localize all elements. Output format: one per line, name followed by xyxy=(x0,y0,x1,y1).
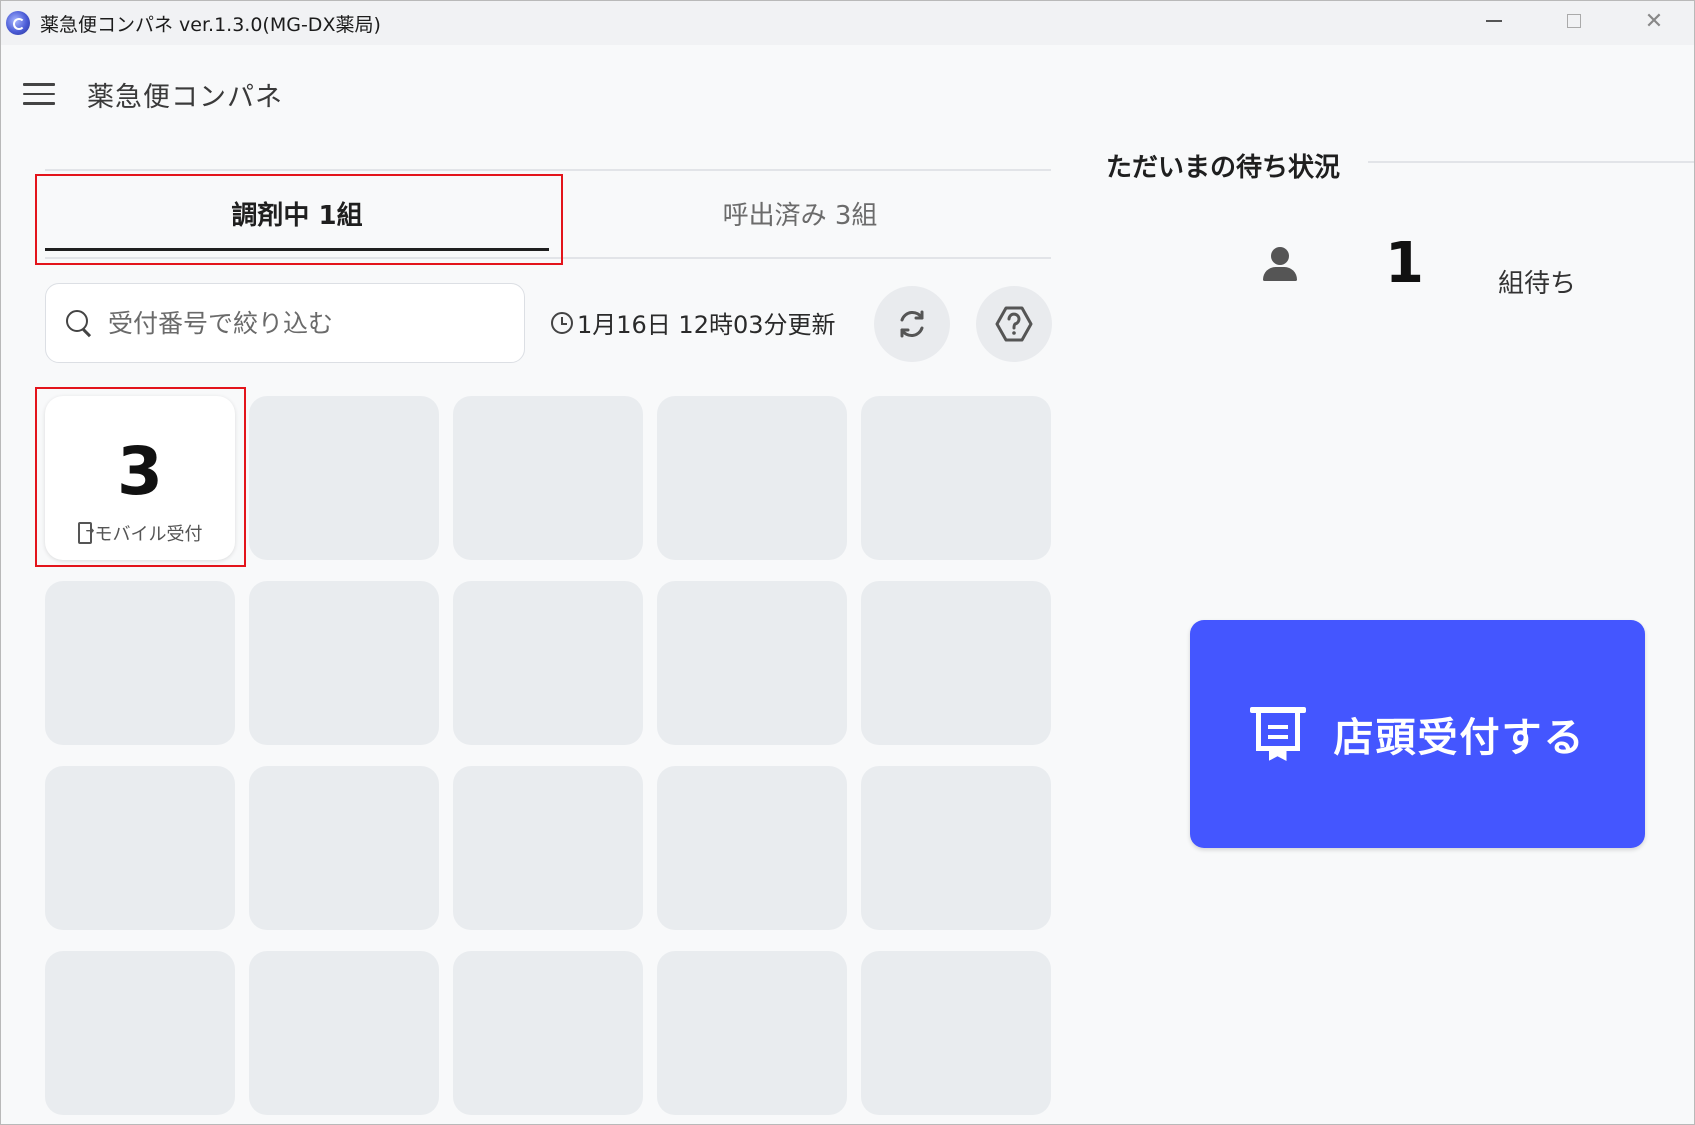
empty-slot xyxy=(453,951,643,1115)
close-button[interactable]: ✕ xyxy=(1614,1,1694,41)
empty-slot xyxy=(861,766,1051,930)
minimize-button[interactable] xyxy=(1454,1,1534,41)
empty-slot xyxy=(861,951,1051,1115)
waiting-status-title: ただいまの待ち状況 xyxy=(1106,153,1341,183)
tab-highlight-box xyxy=(35,174,563,265)
updated-text: 1月16日 12時03分更新 xyxy=(577,311,836,339)
refresh-icon xyxy=(900,310,924,338)
app-title: 薬急便コンパネ xyxy=(87,82,283,113)
waiting-unit: 組待ち xyxy=(1498,269,1577,299)
empty-slot xyxy=(249,581,439,745)
search-field[interactable] xyxy=(45,283,525,363)
close-icon: ✕ xyxy=(1644,8,1664,34)
window-controls: ✕ xyxy=(1454,1,1694,45)
empty-slot xyxy=(249,766,439,930)
empty-slot xyxy=(45,766,235,930)
empty-slot xyxy=(249,951,439,1115)
maximize-icon xyxy=(1567,14,1581,28)
app-window: 薬急便コンパネ ver.1.3.0(MG-DX薬局) ✕ 薬急便コンパネ 調剤中… xyxy=(0,0,1695,1125)
empty-slot xyxy=(657,766,847,930)
search-icon xyxy=(64,308,94,338)
section-divider xyxy=(1368,161,1694,163)
maximize-button[interactable] xyxy=(1534,1,1614,41)
empty-slot xyxy=(657,581,847,745)
clock-icon xyxy=(551,311,573,334)
title-bar: 薬急便コンパネ ver.1.3.0(MG-DX薬局) ✕ xyxy=(1,1,1694,45)
empty-slot xyxy=(453,396,643,560)
search-input[interactable] xyxy=(106,307,510,339)
empty-slot xyxy=(861,581,1051,745)
empty-slot xyxy=(861,396,1051,560)
window-title: 薬急便コンパネ ver.1.3.0(MG-DX薬局) xyxy=(40,13,381,36)
waiting-count: 1 xyxy=(1385,231,1424,296)
empty-slot xyxy=(249,396,439,560)
counter-reception-button[interactable]: 店頭受付する xyxy=(1190,620,1645,848)
last-updated: 1月16日 12時03分更新 xyxy=(551,305,836,340)
card-highlight-box xyxy=(35,387,246,567)
empty-slot xyxy=(45,951,235,1115)
empty-slot xyxy=(657,951,847,1115)
counter-reception-label: 店頭受付する xyxy=(1333,715,1586,761)
minimize-icon xyxy=(1486,20,1502,22)
person-icon xyxy=(1260,245,1300,285)
hamburger-menu-icon[interactable] xyxy=(23,83,55,107)
refresh-button[interactable] xyxy=(874,286,950,362)
tab-label: 呼出済み 3組 xyxy=(722,200,878,231)
help-icon xyxy=(995,306,1033,342)
empty-slot xyxy=(453,766,643,930)
tab-called[interactable]: 呼出済み 3組 xyxy=(549,171,1051,255)
empty-slot xyxy=(453,581,643,745)
empty-slot xyxy=(45,581,235,745)
help-button[interactable] xyxy=(976,286,1052,362)
receipt-register-icon xyxy=(1249,707,1306,761)
app-logo-icon xyxy=(6,11,30,35)
app-header: 薬急便コンパネ xyxy=(1,45,1694,145)
empty-slot xyxy=(657,396,847,560)
